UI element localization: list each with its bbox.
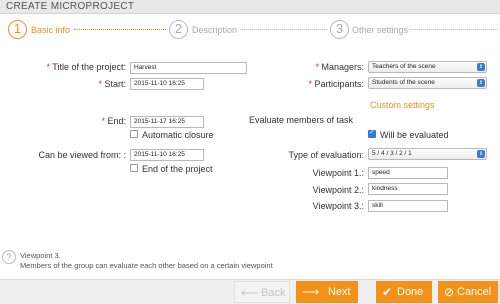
will-be-evaluated-checkbox[interactable] — [368, 128, 376, 138]
automatic-closure-checkbox[interactable] — [130, 130, 138, 138]
wizard-steps: 1 Basic info 2 Description 3 Other setti… — [0, 18, 500, 46]
dropdown-arrow-icon: ⇕ — [477, 63, 485, 71]
viewpoint3-label: Viewpoint 3.: — [312, 201, 364, 211]
cancel-icon: ⊘ — [444, 285, 455, 299]
arrow-right-icon: ⟶ — [302, 285, 320, 299]
end-of-project-label: End of the project — [142, 164, 213, 174]
step-2-label[interactable]: Description — [192, 25, 237, 35]
managers-label: * Managers: — [315, 62, 364, 72]
help-text: Members of the group can evaluate each o… — [20, 261, 273, 270]
participants-label: * Participants: — [308, 79, 364, 89]
step-1-number[interactable]: 1 — [8, 20, 27, 39]
viewed-from-input[interactable]: 2015-11-10 16:25 — [130, 149, 204, 161]
viewpoint2-label: Viewpoint 2.: — [312, 185, 364, 195]
done-button[interactable]: ✔ Done — [376, 281, 432, 303]
viewpoint1-label: Viewpoint 1.: — [312, 168, 364, 178]
arrow-left-icon: ⟵ — [241, 286, 259, 300]
end-of-project-checkbox[interactable] — [130, 164, 138, 172]
viewpoint1-input[interactable]: speed — [368, 167, 448, 179]
start-date-input[interactable]: 2015-11-10 16:25 — [130, 78, 204, 90]
window-titlebar: CREATE MICROPROJECT — [0, 0, 500, 14]
next-button[interactable]: ⟶ Next — [296, 281, 358, 303]
back-button[interactable]: ⟵ Back — [234, 281, 290, 303]
automatic-closure-label: Automatic closure — [142, 130, 214, 140]
title-input[interactable]: Harvest — [130, 62, 247, 74]
custom-settings-link[interactable]: Custom settings — [370, 100, 435, 110]
step-2-number[interactable]: 2 — [169, 20, 188, 39]
help-title: Viewpoint 3. — [20, 251, 61, 260]
step-3-number[interactable]: 3 — [330, 20, 349, 39]
start-label: * Start: — [98, 79, 126, 89]
title-label: * Title of the project: — [46, 62, 126, 72]
type-of-evaluation-label: Type of evaluation: — [288, 150, 364, 160]
evaluate-members-heading: Evaluate members of task — [249, 115, 354, 125]
participants-select[interactable]: Students of the scene ⇕ — [368, 77, 487, 89]
check-icon: ✔ — [382, 285, 393, 299]
cancel-button[interactable]: ⊘ Cancel — [438, 281, 498, 303]
step-connector-1 — [74, 29, 166, 30]
viewed-from-label: Can be viewed from: : — [38, 150, 126, 160]
viewpoint3-input[interactable]: skill — [368, 200, 448, 212]
window-title: CREATE MICROPROJECT — [6, 1, 135, 12]
managers-select[interactable]: Teachers of the scene ⇕ — [368, 61, 487, 73]
will-be-evaluated-label: Will be evaluated — [380, 130, 449, 140]
question-icon: ? — [2, 250, 16, 264]
step-1-label[interactable]: Basic info — [31, 25, 70, 35]
type-of-evaluation-select[interactable]: 5 / 4 / 3 / 2 / 1 ⇕ — [368, 148, 487, 160]
end-date-input[interactable]: 2015-11-17 16:25 — [130, 116, 204, 128]
dropdown-arrow-icon: ⇕ — [477, 79, 485, 87]
step-3-label[interactable]: Other settings — [352, 25, 408, 35]
end-label: * End: — [101, 116, 126, 126]
step-connector-3 — [410, 29, 498, 30]
dropdown-arrow-icon: ⇕ — [477, 150, 485, 158]
step-connector-2 — [240, 29, 327, 30]
viewpoint2-input[interactable]: kindness — [368, 183, 448, 195]
